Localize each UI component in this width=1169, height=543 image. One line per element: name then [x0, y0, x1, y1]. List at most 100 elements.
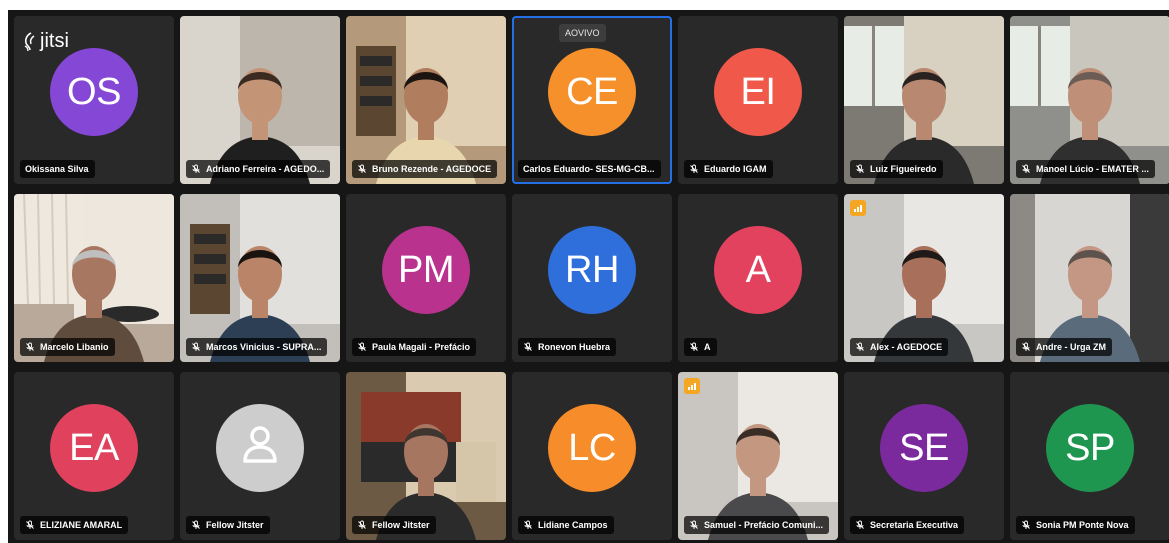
mic-muted-icon — [689, 164, 699, 174]
connection-indicator-icon[interactable] — [850, 200, 866, 216]
participant-name: Bruno Rezende - AGEDOCE — [372, 164, 492, 174]
mic-muted-icon — [855, 342, 865, 352]
participant-name-label: Fellow Jitster — [186, 516, 270, 534]
participant-tile[interactable]: Adriano Ferreira - AGEDO... — [180, 16, 340, 184]
participant-name: Alex - AGEDOCE — [870, 342, 943, 352]
participant-video — [346, 16, 506, 184]
participant-tile[interactable]: Andre - Urga ZM — [1010, 194, 1169, 362]
participant-name: Sonia PM Ponte Nova — [1036, 520, 1129, 530]
participant-tile[interactable]: EI Eduardo IGAM — [678, 16, 838, 184]
participant-avatar: EI — [714, 48, 802, 136]
avatar-initials: SE — [899, 426, 949, 469]
participant-video — [14, 194, 174, 362]
participant-name: Manoel Lúcio - EMATER ... — [1036, 164, 1149, 174]
participant-name: Fellow Jitster — [372, 520, 430, 530]
mic-muted-icon — [1021, 164, 1031, 174]
participant-name-label: Sonia PM Ponte Nova — [1016, 516, 1135, 534]
avatar-initials: RH — [565, 248, 619, 291]
mic-muted-icon — [1021, 520, 1031, 530]
participant-tile[interactable]: Luiz Figueiredo — [844, 16, 1004, 184]
participant-avatar: OS — [50, 48, 138, 136]
participant-avatar — [216, 404, 304, 492]
participant-name: Okissana Silva — [25, 164, 89, 174]
mic-muted-icon — [855, 164, 865, 174]
participant-name: ELIZIANE AMARAL — [40, 520, 123, 530]
participant-name: A — [704, 342, 711, 352]
participant-video — [678, 372, 838, 540]
mic-muted-icon — [357, 342, 367, 352]
participant-tile[interactable]: Fellow Jitster — [180, 372, 340, 540]
mic-muted-icon — [855, 520, 865, 530]
participant-video — [1010, 194, 1169, 362]
avatar-initials: EA — [69, 426, 119, 469]
avatar-initials: PM — [398, 248, 455, 291]
participant-video — [180, 16, 340, 184]
participant-avatar: LC — [548, 404, 636, 492]
participant-name: Lidiane Campos — [538, 520, 608, 530]
participant-name: Secretaria Executiva — [870, 520, 959, 530]
participant-name-label: Lidiane Campos — [518, 516, 614, 534]
participant-video — [844, 194, 1004, 362]
mic-muted-icon — [689, 520, 699, 530]
avatar-initials: CE — [566, 70, 618, 113]
participant-avatar: SP — [1046, 404, 1134, 492]
participant-tile[interactable]: Samuel - Prefácio Comuni... — [678, 372, 838, 540]
participant-tile[interactable]: Alex - AGEDOCE — [844, 194, 1004, 362]
participant-name: Andre - Urga ZM — [1036, 342, 1107, 352]
participant-name: Marcos Vinicius - SUPRA... — [206, 342, 322, 352]
participant-tile[interactable]: Marcos Vinicius - SUPRA... — [180, 194, 340, 362]
participant-video — [346, 372, 506, 540]
participant-tile[interactable]: RH Ronevon Huebra — [512, 194, 672, 362]
participant-avatar: SE — [880, 404, 968, 492]
participant-tile[interactable]: Bruno Rezende - AGEDOCE — [346, 16, 506, 184]
mic-muted-icon — [523, 342, 533, 352]
avatar-initials: EI — [740, 70, 776, 113]
participant-name-label: Samuel - Prefácio Comuni... — [684, 516, 830, 534]
avatar-initials: A — [745, 248, 771, 291]
connection-indicator-icon[interactable] — [684, 378, 700, 394]
mic-muted-icon — [25, 520, 35, 530]
participant-name: Paula Magali - Prefácio — [372, 342, 471, 352]
mic-muted-icon — [191, 520, 201, 530]
mic-muted-icon — [25, 342, 35, 352]
participant-name-label: Manoel Lúcio - EMATER ... — [1016, 160, 1155, 178]
participant-tile[interactable]: Fellow Jitster — [346, 372, 506, 540]
participant-name: Fellow Jitster — [206, 520, 264, 530]
participant-video — [180, 194, 340, 362]
participant-avatar: RH — [548, 226, 636, 314]
participant-video — [1010, 16, 1169, 184]
mic-muted-icon — [523, 520, 533, 530]
participant-name-label: ELIZIANE AMARAL — [20, 516, 129, 534]
participant-name-label: Fellow Jitster — [352, 516, 436, 534]
participant-tile[interactable]: SE Secretaria Executiva — [844, 372, 1004, 540]
jitsi-watermark[interactable]: jitsi — [22, 30, 69, 53]
participant-name-label: Marcos Vinicius - SUPRA... — [186, 338, 328, 356]
participant-name-label: Carlos Eduardo- SES-MG-CB... — [518, 160, 661, 178]
participant-tile[interactable]: EA ELIZIANE AMARAL — [14, 372, 174, 540]
participant-tile[interactable]: LC Lidiane Campos — [512, 372, 672, 540]
participant-name-label: A — [684, 338, 717, 356]
mic-muted-icon — [191, 342, 201, 352]
participant-name: Adriano Ferreira - AGEDO... — [206, 164, 325, 174]
participant-tile[interactable]: SP Sonia PM Ponte Nova — [1010, 372, 1169, 540]
participant-name-label: Eduardo IGAM — [684, 160, 773, 178]
participant-tile[interactable]: Manoel Lúcio - EMATER ... — [1010, 16, 1169, 184]
mic-muted-icon — [689, 342, 699, 352]
participant-tile[interactable]: Marcelo Libanio — [14, 194, 174, 362]
participant-name-label: Bruno Rezende - AGEDOCE — [352, 160, 498, 178]
participant-name-label: Ronevon Huebra — [518, 338, 617, 356]
avatar-initials: LC — [568, 426, 616, 469]
participant-tile[interactable]: PM Paula Magali - Prefácio — [346, 194, 506, 362]
avatar-initials: OS — [67, 70, 121, 113]
mic-muted-icon — [191, 164, 201, 174]
jitsi-wordmark: jitsi — [40, 30, 69, 52]
participant-avatar: EA — [50, 404, 138, 492]
mic-muted-icon — [1021, 342, 1031, 352]
participant-tile[interactable]: A A — [678, 194, 838, 362]
avatar-initials: SP — [1065, 426, 1115, 469]
participant-name: Eduardo IGAM — [704, 164, 767, 174]
participant-video — [844, 16, 1004, 184]
participant-avatar: PM — [382, 226, 470, 314]
participant-name-label: Paula Magali - Prefácio — [352, 338, 477, 356]
user-placeholder-icon — [236, 419, 284, 477]
